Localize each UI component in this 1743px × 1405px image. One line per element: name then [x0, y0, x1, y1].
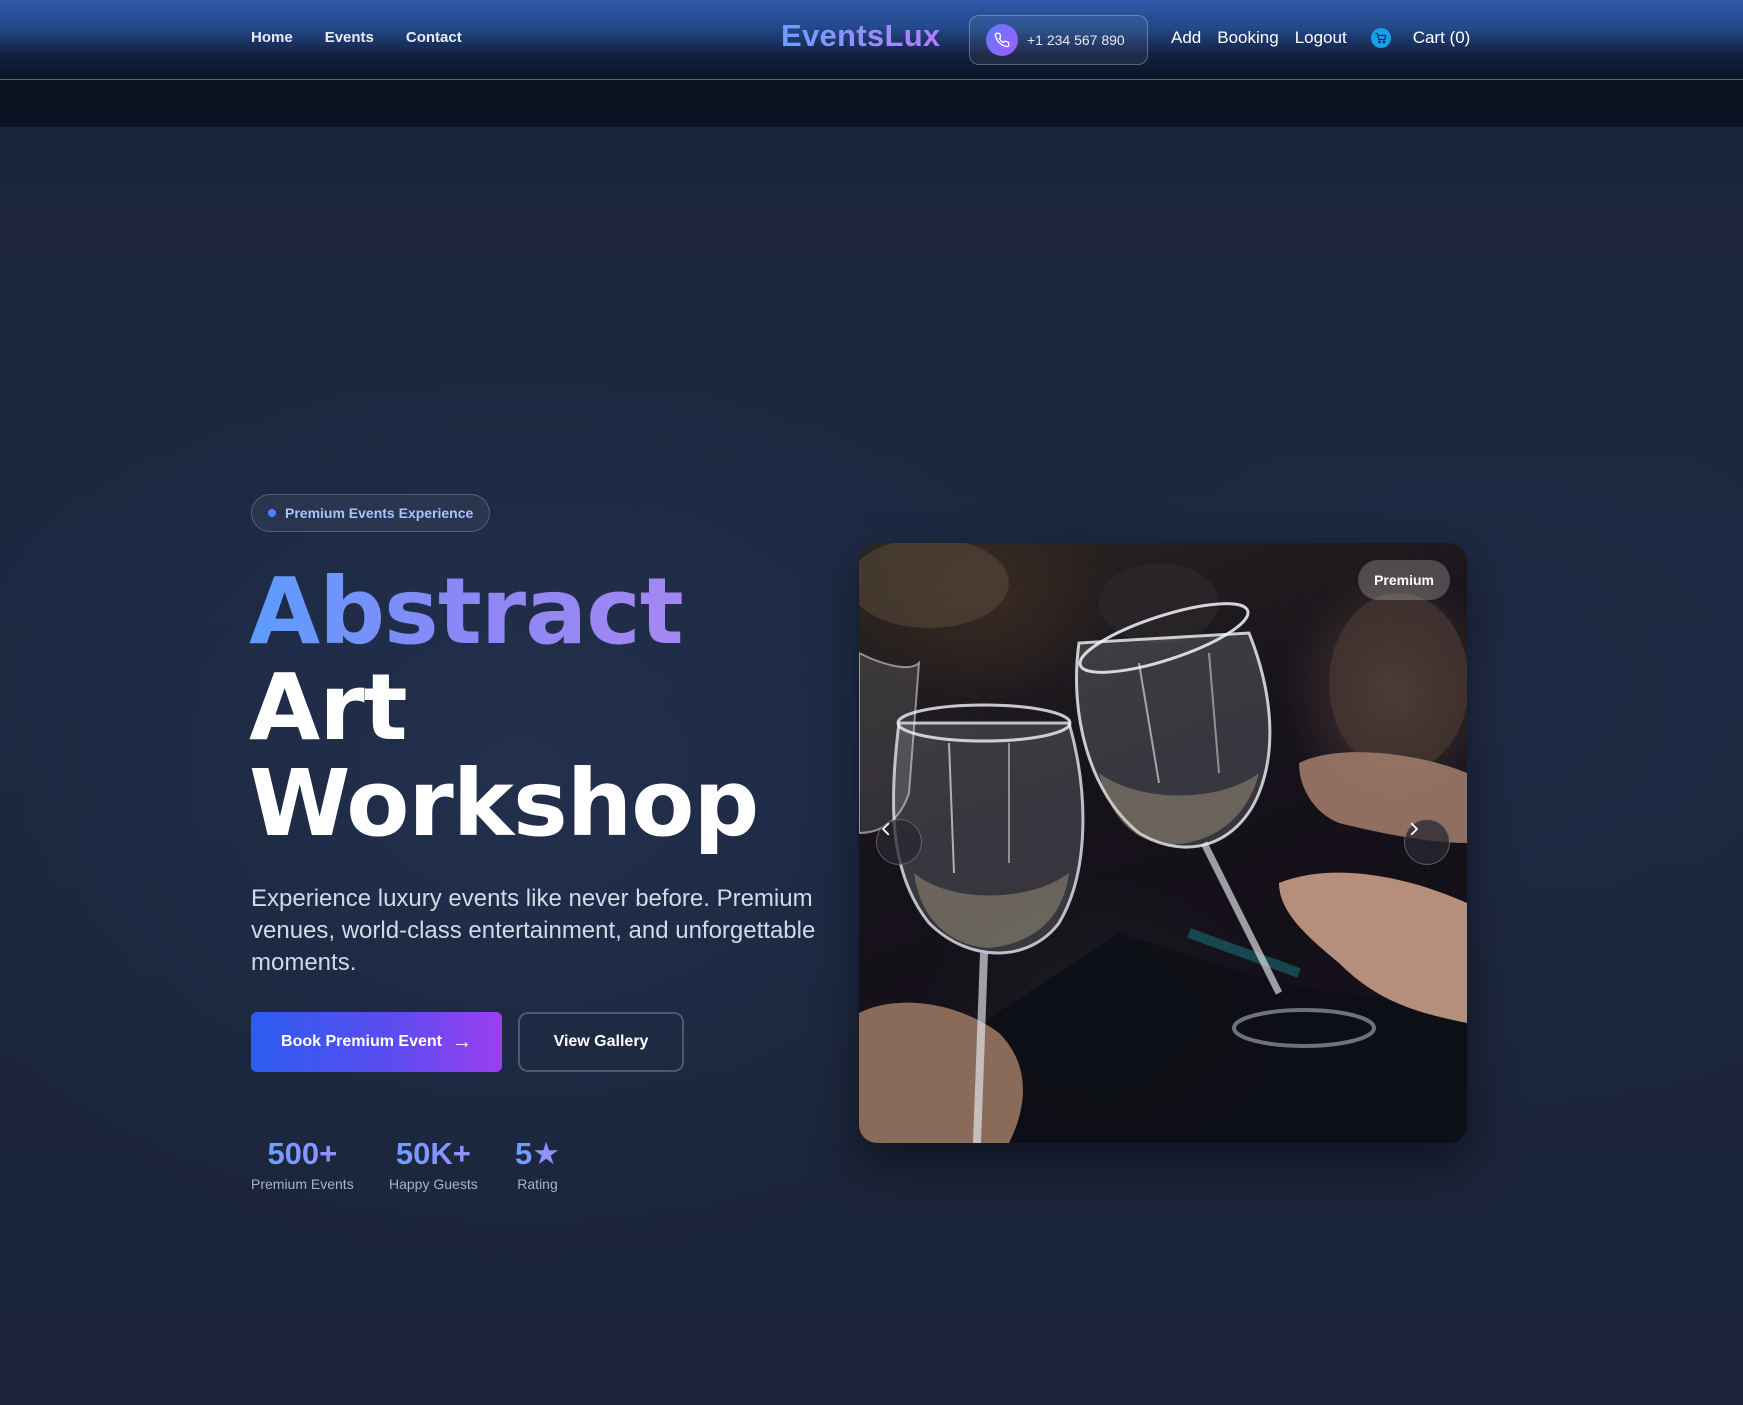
stat-value: 5★: [515, 1134, 560, 1174]
phone-number: +1 234 567 890: [1027, 32, 1125, 48]
premium-tag: Premium: [1358, 560, 1450, 600]
chevron-right-icon: [1410, 822, 1418, 836]
arrow-right-icon: →: [451, 1031, 472, 1053]
nav-link-contact[interactable]: Contact: [406, 29, 462, 46]
stat-label: Happy Guests: [389, 1176, 478, 1192]
stat-rating: 5★ Rating: [515, 1134, 560, 1192]
hero-title-line-3: Workshop: [249, 750, 759, 857]
stat-premium-events: 500+ Premium Events: [251, 1134, 354, 1192]
stat-value: 50K+: [396, 1134, 471, 1174]
site-logo[interactable]: EventsLux: [781, 18, 940, 54]
badge-label: Premium Events Experience: [285, 505, 474, 521]
nav-link-add[interactable]: Add: [1171, 28, 1201, 48]
gallery-button-label: View Gallery: [553, 1033, 649, 1050]
hero-title-line-1: Abstract: [249, 558, 684, 665]
nav-link-cart[interactable]: Cart (0): [1413, 28, 1471, 48]
hero-description: Experience luxury events like never befo…: [251, 885, 816, 976]
nav-link-booking[interactable]: Booking: [1217, 28, 1278, 48]
stat-happy-guests: 50K+ Happy Guests: [389, 1134, 478, 1192]
book-button-label: Book Premium Event: [281, 1033, 442, 1050]
wine-glasses-photo: [859, 543, 1467, 1143]
stat-label: Premium Events: [251, 1176, 354, 1192]
badge-dot-icon: [268, 509, 276, 517]
stat-label: Rating: [517, 1176, 558, 1192]
nav-link-events[interactable]: Events: [325, 29, 374, 46]
sub-header-bar: [0, 80, 1743, 127]
top-header: Home Events Contact EventsLux +1 234 567…: [0, 0, 1743, 80]
book-premium-event-button[interactable]: Book Premium Event →: [251, 1012, 502, 1072]
carousel-next-button[interactable]: [1404, 819, 1450, 865]
chevron-left-icon: [882, 822, 890, 836]
phone-icon: [986, 24, 1018, 56]
cart-icon[interactable]: [1370, 28, 1391, 48]
carousel-prev-button[interactable]: [876, 819, 922, 865]
event-image-carousel[interactable]: Premium: [859, 543, 1467, 1143]
nav-link-logout[interactable]: Logout: [1295, 28, 1347, 48]
phone-contact-button[interactable]: +1 234 567 890: [969, 15, 1148, 65]
hero-title-line-2: Art: [249, 654, 408, 761]
primary-nav: Home Events Contact: [251, 29, 462, 46]
hero-badge: Premium Events Experience: [251, 494, 491, 532]
stat-value: 500+: [267, 1134, 337, 1174]
view-gallery-button[interactable]: View Gallery: [518, 1012, 684, 1072]
page: Home Events Contact EventsLux +1 234 567…: [0, 0, 1743, 1405]
account-nav: Add Booking Logout Cart (0): [1171, 28, 1470, 48]
nav-link-home[interactable]: Home: [251, 29, 293, 46]
